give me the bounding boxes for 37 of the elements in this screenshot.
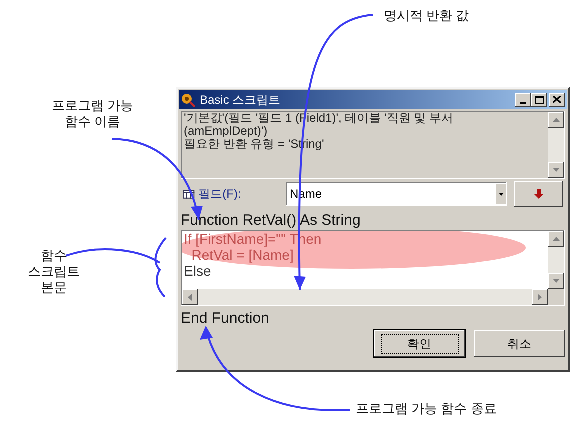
- scroll-up-button[interactable]: [548, 112, 564, 128]
- vertical-scrollbar[interactable]: [548, 231, 564, 289]
- scroll-down-button[interactable]: [548, 162, 564, 178]
- scroll-up-button[interactable]: [548, 231, 564, 247]
- close-icon: [553, 96, 561, 103]
- caret-icon: [498, 192, 504, 196]
- function-footer: End Function: [181, 310, 565, 328]
- minimize-button[interactable]: [515, 92, 531, 106]
- dialog-button[interactable]: 확인: [374, 330, 465, 357]
- vertical-scrollbar[interactable]: [548, 112, 564, 178]
- callout-label: 함수 스크립트 본문: [28, 248, 80, 296]
- callout-label: 프로그램 가능 함수 이름: [52, 98, 134, 130]
- close-button[interactable]: [549, 92, 565, 106]
- callout-label: 명시적 반환 값: [384, 8, 470, 24]
- maximize-button[interactable]: [531, 92, 547, 106]
- dialog-button[interactable]: 취소: [474, 330, 565, 357]
- horizontal-scrollbar[interactable]: [182, 289, 548, 305]
- scroll-left-button[interactable]: [182, 289, 198, 305]
- down-arrow-icon: [552, 279, 560, 283]
- down-arrow-icon: [552, 168, 560, 172]
- scroll-down-button[interactable]: [548, 273, 564, 289]
- code-line: Else: [184, 263, 212, 279]
- left-arrow-icon: [188, 294, 192, 300]
- right-arrow-icon: [538, 294, 542, 300]
- app-icon: [181, 92, 197, 108]
- field-label: 필드(F):: [198, 186, 242, 203]
- maximize-icon: [534, 96, 544, 104]
- scroll-right-button[interactable]: [532, 289, 548, 305]
- insert-field-button[interactable]: [514, 181, 563, 207]
- code-line: RetVal = [Name]: [190, 247, 295, 263]
- minimize-icon: [520, 102, 526, 104]
- window-title: Basic 스크립트: [200, 92, 282, 108]
- up-arrow-icon: [552, 118, 560, 122]
- dropdown-arrow-button[interactable]: [496, 184, 506, 204]
- down-arrow-icon: [534, 189, 544, 199]
- up-arrow-icon: [552, 237, 560, 241]
- callout-label: 프로그램 가능 함수 종료: [356, 401, 497, 417]
